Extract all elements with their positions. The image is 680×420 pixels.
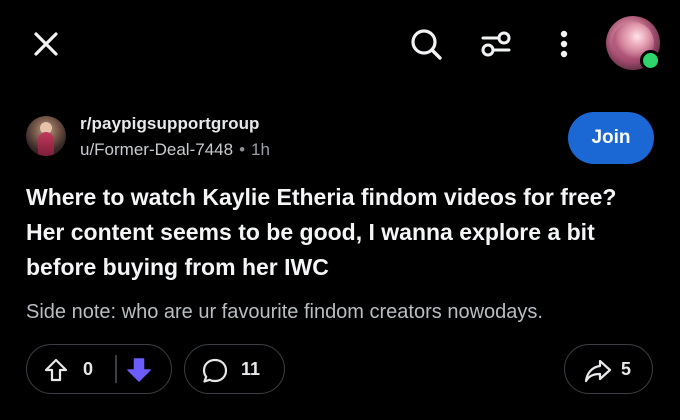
comment-count: 11 (241, 359, 261, 379)
upvote-icon (44, 358, 68, 382)
share-count: 5 (621, 359, 632, 379)
post-header: r/paypigsupportgroup u/Former-Deal-7448 •… (26, 112, 654, 170)
author-name[interactable]: u/Former-Deal-7448 (80, 140, 233, 159)
share-icon (584, 359, 612, 383)
subreddit-name[interactable]: r/paypigsupportgroup (80, 114, 260, 134)
subreddit-avatar[interactable] (26, 116, 66, 156)
vote-score: 0 (83, 359, 94, 379)
online-status-dot (640, 50, 661, 71)
filter-button[interactable] (474, 22, 518, 66)
more-options-button[interactable] (546, 22, 582, 66)
share-icon-wrap (583, 357, 613, 390)
post-title: Where to watch Kaylie Etheria findom vid… (26, 184, 617, 280)
profile-avatar[interactable] (606, 16, 661, 71)
upvote-button[interactable] (43, 357, 69, 388)
join-button[interactable]: Join (568, 112, 654, 164)
downvote-icon (127, 358, 151, 382)
avatar-figure-body (38, 132, 54, 156)
meta-separator: • (239, 140, 246, 159)
vote-control: 0 (26, 344, 172, 394)
post-body: Side note: who are ur favourite findom c… (26, 301, 543, 323)
comments-button[interactable]: 11 (184, 344, 285, 394)
close-button[interactable] (26, 24, 66, 64)
share-button[interactable]: 5 (564, 344, 653, 394)
filter-icon (481, 31, 511, 57)
search-button[interactable] (404, 22, 448, 66)
comment-icon (202, 358, 228, 383)
comment-icon-wrap (201, 357, 229, 390)
vote-divider (115, 355, 117, 383)
more-vertical-icon (560, 30, 568, 58)
search-icon (411, 29, 442, 60)
close-icon (34, 32, 58, 56)
post-time: 1h (251, 140, 270, 159)
top-bar (0, 0, 680, 86)
downvote-button[interactable] (125, 356, 153, 389)
post-meta: u/Former-Deal-7448 • 1h (80, 140, 270, 160)
